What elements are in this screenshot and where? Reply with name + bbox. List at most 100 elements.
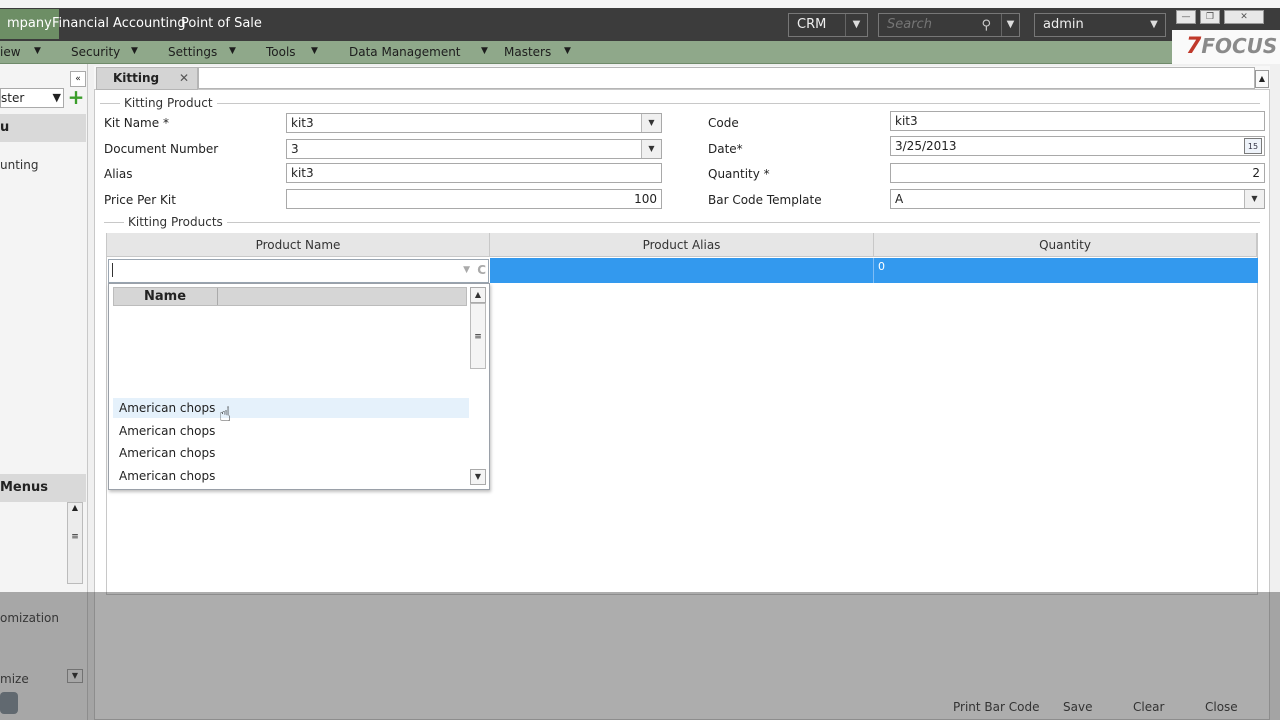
column-divider: [873, 258, 874, 283]
code-label: Code: [708, 116, 739, 130]
scroll-down-icon[interactable]: ▼: [470, 469, 486, 485]
caret-down-icon[interactable]: ▼: [229, 46, 236, 56]
clear-button[interactable]: Clear: [1133, 700, 1164, 714]
kit-name-value: kit3: [291, 116, 314, 130]
chevron-down-icon[interactable]: ▼: [1143, 14, 1165, 36]
date-label: Date*: [708, 142, 743, 156]
tab-kitting[interactable]: Kitting ✕: [96, 67, 198, 90]
scroll-up-icon[interactable]: ▲: [68, 503, 82, 512]
tab-scroll-icon[interactable]: ▲: [1255, 70, 1269, 88]
chevron-down-icon[interactable]: ▼: [641, 114, 661, 132]
calendar-icon[interactable]: 15: [1244, 138, 1262, 154]
column-header-quantity[interactable]: Quantity: [874, 233, 1257, 257]
module-tab-point-of-sale[interactable]: Point of Sale: [174, 9, 269, 39]
caret-down-icon[interactable]: ▼: [564, 46, 571, 56]
logo-text: FOCUS: [1201, 34, 1278, 58]
bar-code-template-field[interactable]: A ▼: [890, 189, 1265, 209]
minimize-icon[interactable]: —: [1176, 10, 1196, 24]
chevron-down-icon[interactable]: ▼: [845, 14, 867, 36]
search-input[interactable]: [887, 17, 985, 32]
list-item[interactable]: American chops: [113, 398, 469, 418]
alias-label: Alias: [104, 167, 133, 181]
sidebar-select-value: ster: [1, 91, 25, 105]
date-field[interactable]: 3/25/2013 15: [890, 136, 1265, 156]
sidebar-item-accounting[interactable]: unting: [0, 158, 38, 172]
print-bar-code-button[interactable]: Print Bar Code: [953, 700, 1039, 714]
menu-item-data-management[interactable]: Data Management: [349, 45, 461, 59]
close-button[interactable]: Close: [1205, 700, 1238, 714]
save-button[interactable]: Save: [1063, 700, 1092, 714]
kit-name-field[interactable]: kit3 ▼: [286, 113, 662, 133]
hand-cursor-icon: ☝: [219, 402, 232, 426]
chevron-down-icon[interactable]: ▼: [641, 140, 661, 158]
add-icon[interactable]: +: [66, 87, 86, 108]
price-per-kit-field[interactable]: 100: [286, 189, 662, 209]
menu-item-view[interactable]: iew: [0, 45, 21, 59]
scroll-up-icon[interactable]: ▲: [470, 287, 486, 303]
tab-kitting-label: Kitting: [113, 71, 160, 85]
section-divider: [100, 103, 1260, 104]
popup-scroll-thumb[interactable]: ≡: [470, 303, 486, 369]
sidebar-menus-heading-label: Menus: [0, 480, 49, 495]
menu-item-settings[interactable]: Settings: [168, 45, 217, 59]
bar-code-template-label: Bar Code Template: [708, 193, 822, 207]
chevron-down-icon[interactable]: ▼: [1244, 190, 1264, 208]
alias-value: kit3: [291, 166, 314, 180]
crm-select[interactable]: CRM ▼: [788, 13, 868, 37]
menu-item-security[interactable]: Security: [71, 45, 120, 59]
product-name-input[interactable]: ▼ C: [108, 259, 489, 283]
text-caret: [112, 263, 113, 277]
chevron-down-icon[interactable]: ▼: [463, 265, 470, 275]
scroll-thumb-icon[interactable]: ≡: [68, 532, 82, 542]
list-item[interactable]: American chops: [113, 443, 469, 463]
logo-mark-icon: 7: [1186, 34, 1202, 59]
module-tab-label: Financial Accounting: [52, 16, 186, 31]
bar-code-template-value: A: [895, 192, 904, 206]
module-tab-label: Point of Sale: [181, 16, 262, 31]
caret-down-icon[interactable]: ▼: [34, 46, 41, 56]
caret-down-icon[interactable]: ▼: [481, 46, 488, 56]
module-tab-financial-accounting[interactable]: Financial Accounting: [45, 9, 193, 39]
search-box[interactable]: ⚲ ▼: [878, 13, 1020, 37]
menu-item-masters[interactable]: Masters: [504, 45, 551, 59]
column-header-product-alias[interactable]: Product Alias: [490, 233, 874, 257]
row-quantity[interactable]: 0: [878, 260, 885, 273]
search-icon[interactable]: ⚲: [981, 15, 991, 37]
tab-strip-box: [198, 67, 1255, 89]
document-number-field[interactable]: 3 ▼: [286, 139, 662, 159]
close-tab-icon[interactable]: ✕: [179, 68, 189, 89]
focus-logo: 7FOCUS: [1186, 34, 1277, 59]
restore-icon[interactable]: ❐: [1200, 10, 1220, 24]
quantity-field[interactable]: 2: [890, 163, 1265, 183]
list-item[interactable]: American chops: [113, 466, 469, 486]
popup-column-name: Name: [144, 289, 187, 304]
alias-field[interactable]: kit3: [286, 163, 662, 183]
clear-icon[interactable]: C: [477, 263, 486, 277]
caret-down-icon[interactable]: ▼: [131, 46, 138, 56]
document-number-label: Document Number: [104, 142, 219, 156]
list-item[interactable]: American chops: [113, 421, 469, 441]
user-select-value: admin: [1043, 17, 1084, 32]
quantity-label: Quantity *: [708, 167, 770, 181]
popup-column-header[interactable]: Name: [113, 287, 467, 306]
chevron-down-icon[interactable]: ▼: [1001, 14, 1019, 36]
sidebar-select[interactable]: ster ▼: [0, 88, 64, 108]
chevron-down-icon[interactable]: ▼: [53, 89, 61, 107]
kitting-product-legend: Kitting Product: [120, 96, 217, 110]
kitting-products-legend: Kitting Products: [124, 215, 227, 229]
user-select[interactable]: admin ▼: [1034, 13, 1166, 37]
code-field[interactable]: kit3: [890, 111, 1265, 131]
menu-item-tools[interactable]: Tools: [266, 45, 296, 59]
close-window-icon[interactable]: ✕: [1224, 10, 1264, 24]
sidebar-menu-heading: u: [0, 114, 86, 142]
section-divider: [104, 222, 1260, 223]
caret-down-icon[interactable]: ▼: [311, 46, 318, 56]
column-header-product-name[interactable]: Product Name: [107, 233, 490, 257]
sidebar-scrollbar[interactable]: ▲ ≡: [67, 502, 83, 584]
table-row-selected[interactable]: 0: [490, 258, 1258, 283]
price-per-kit-label: Price Per Kit: [104, 193, 176, 207]
sidebar-menus-heading: Menus: [0, 474, 86, 502]
price-per-kit-value: 100: [634, 192, 657, 206]
window-top-strip: [0, 0, 1280, 8]
kit-name-label: Kit Name *: [104, 116, 169, 130]
